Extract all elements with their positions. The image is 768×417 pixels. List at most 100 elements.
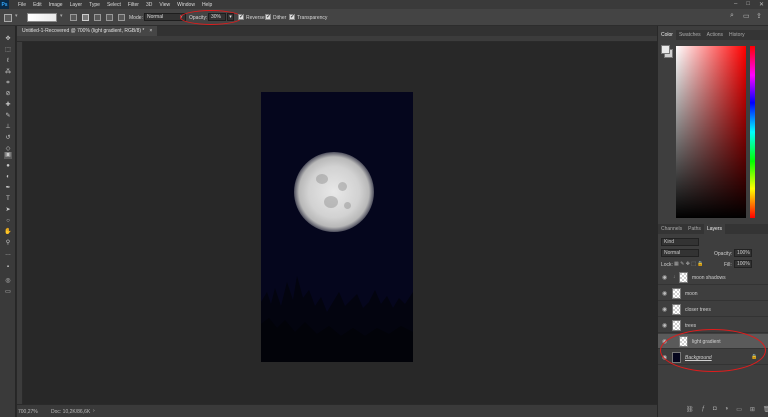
layer-opacity-label: Opacity: [714, 251, 733, 257]
mask-icon[interactable]: ◘ [713, 406, 717, 413]
blend-row: Normal Opacity: 100% [658, 248, 768, 259]
screen-mode-icon[interactable]: ▭ [4, 289, 12, 296]
close-icon[interactable]: ✕ [759, 1, 764, 8]
layer-opacity-value: 100% [737, 250, 750, 256]
fill-label: Fill: [724, 262, 732, 268]
chevron-right-icon[interactable]: › [93, 408, 95, 414]
layer-row[interactable]: ◉ moon [658, 286, 768, 301]
kind-filter-select[interactable]: Kind [661, 238, 699, 246]
magic-wand-tool-icon[interactable]: ⁂ [4, 69, 12, 76]
menu-type[interactable]: Type [89, 2, 100, 8]
tab-channels[interactable]: Channels [658, 224, 685, 234]
layer-opacity-input[interactable]: 100% [734, 249, 752, 257]
status-bar: 700,27% Doc: 10,2K/86,6K › [17, 404, 657, 417]
blend-mode-select[interactable]: Normal [661, 249, 699, 257]
zoom-tool-icon[interactable]: ⚲ [4, 240, 12, 247]
history-brush-tool-icon[interactable]: ↺ [4, 135, 12, 142]
mode-value: Normal [147, 14, 164, 20]
fill-input[interactable]: 100% [734, 260, 752, 268]
clone-stamp-tool-icon[interactable]: ⊥ [4, 124, 12, 131]
reflected-gradient-button[interactable] [106, 14, 113, 21]
gradient-preview[interactable] [27, 13, 57, 22]
transparency-checkbox[interactable] [289, 13, 295, 20]
more-tools-icon[interactable]: … [4, 251, 12, 258]
document-tab-title: Untitled-1-Recovered @ 700% (light gradi… [22, 28, 145, 34]
healing-brush-tool-icon[interactable]: ✚ [4, 102, 12, 109]
menu-window[interactable]: Window [177, 2, 195, 8]
pen-tool-icon[interactable]: ✒ [4, 185, 12, 192]
minimize-icon[interactable]: – [734, 1, 737, 8]
path-selection-tool-icon[interactable]: ➤ [4, 207, 12, 214]
move-tool-icon[interactable]: ✥ [4, 36, 12, 43]
tab-paths[interactable]: Paths [685, 224, 704, 234]
color-picker-field[interactable] [676, 46, 746, 218]
eyedropper-tool-icon[interactable]: ⊘ [4, 91, 12, 98]
close-icon[interactable]: × [149, 26, 152, 36]
options-bar: ▾ ▾ Mode: Normal ▾ Opacity: 30% ▾ Revers… [0, 9, 768, 26]
diamond-gradient-button[interactable] [118, 14, 125, 21]
eye-icon[interactable]: ◉ [662, 290, 667, 297]
gradient-tool-preset-icon[interactable] [4, 14, 12, 22]
tab-history[interactable]: History [726, 30, 748, 40]
tab-color[interactable]: Color [658, 30, 676, 40]
new-layer-icon[interactable]: ⊞ [750, 406, 755, 413]
eye-icon[interactable]: ◉ [662, 306, 667, 313]
zoom-level[interactable]: 700,27% [18, 409, 38, 415]
eye-icon[interactable]: ◉ [662, 274, 667, 281]
brush-tool-icon[interactable]: ✎ [4, 113, 12, 120]
tab-swatches[interactable]: Swatches [676, 30, 704, 40]
angle-gradient-button[interactable] [94, 14, 101, 21]
marquee-tool-icon[interactable]: ⬚ [4, 47, 12, 54]
maximize-icon[interactable]: □ [746, 1, 750, 8]
chevron-down-icon[interactable]: ▾ [15, 13, 18, 19]
quick-mask-icon[interactable]: ◎ [4, 278, 12, 285]
document-canvas[interactable] [261, 92, 413, 362]
adjustment-icon[interactable]: ◑ [725, 406, 729, 413]
folder-icon[interactable]: ▭ [736, 406, 742, 413]
menu-layer[interactable]: Layer [70, 2, 83, 8]
workspace-icon[interactable]: ▭ [743, 12, 750, 20]
share-icon[interactable]: ⇪ [756, 12, 762, 20]
radial-gradient-button[interactable] [82, 14, 89, 21]
fx-icon[interactable]: ƒ [702, 406, 705, 413]
menu-view[interactable]: View [159, 2, 170, 8]
crop-tool-icon[interactable]: ⌗ [4, 80, 12, 87]
lock-label: Lock: [661, 262, 673, 268]
document-tab[interactable]: Untitled-1-Recovered @ 700% (light gradi… [17, 26, 158, 36]
link-icon[interactable]: ⛓ [686, 406, 694, 413]
color-swatches-icon[interactable]: ▪ [4, 264, 12, 271]
reverse-checkbox[interactable] [238, 13, 244, 20]
search-icon[interactable]: ⌕ [730, 12, 734, 20]
menu-help[interactable]: Help [202, 2, 212, 8]
clip-arrow-icon: ↓ [673, 274, 676, 280]
eye-icon[interactable]: ◉ [662, 322, 667, 329]
menu-select[interactable]: Select [107, 2, 121, 8]
layer-row[interactable]: ◉ closer trees [658, 302, 768, 317]
lasso-tool-icon[interactable]: ℓ [4, 58, 12, 65]
linear-gradient-button[interactable] [70, 14, 77, 21]
tab-actions[interactable]: Actions [704, 30, 726, 40]
dither-checkbox[interactable] [265, 13, 271, 20]
menu-file[interactable]: File [18, 2, 26, 8]
hue-slider[interactable] [750, 46, 755, 218]
menu-filter[interactable]: Filter [128, 2, 139, 8]
trash-icon[interactable]: 🗑 [763, 406, 768, 413]
type-tool-icon[interactable]: T [4, 196, 12, 203]
tab-layers[interactable]: Layers [703, 224, 725, 234]
gradient-tool-icon[interactable]: ▣ [4, 152, 12, 159]
foreground-color-swatch[interactable] [661, 45, 670, 54]
blur-tool-icon[interactable]: ● [4, 163, 12, 170]
layer-thumbnail [672, 288, 681, 299]
menu-image[interactable]: Image [49, 2, 63, 8]
chevron-down-icon[interactable]: ▾ [60, 13, 63, 19]
fill-value: 100% [737, 261, 750, 267]
menu-edit[interactable]: Edit [33, 2, 42, 8]
lock-options-icon[interactable]: ▦ ✎ ✥ ⬚ 🔒 [674, 261, 704, 267]
dodge-tool-icon[interactable]: ◐ [4, 174, 12, 181]
layer-name: moon [685, 291, 698, 297]
menu-3d[interactable]: 3D [146, 2, 152, 8]
layer-row[interactable]: ◉ ↓ moon shadows [658, 270, 768, 285]
hand-tool-icon[interactable]: ✋ [4, 229, 12, 236]
layer-thumbnail [672, 304, 681, 315]
shape-tool-icon[interactable]: ○ [4, 218, 12, 225]
